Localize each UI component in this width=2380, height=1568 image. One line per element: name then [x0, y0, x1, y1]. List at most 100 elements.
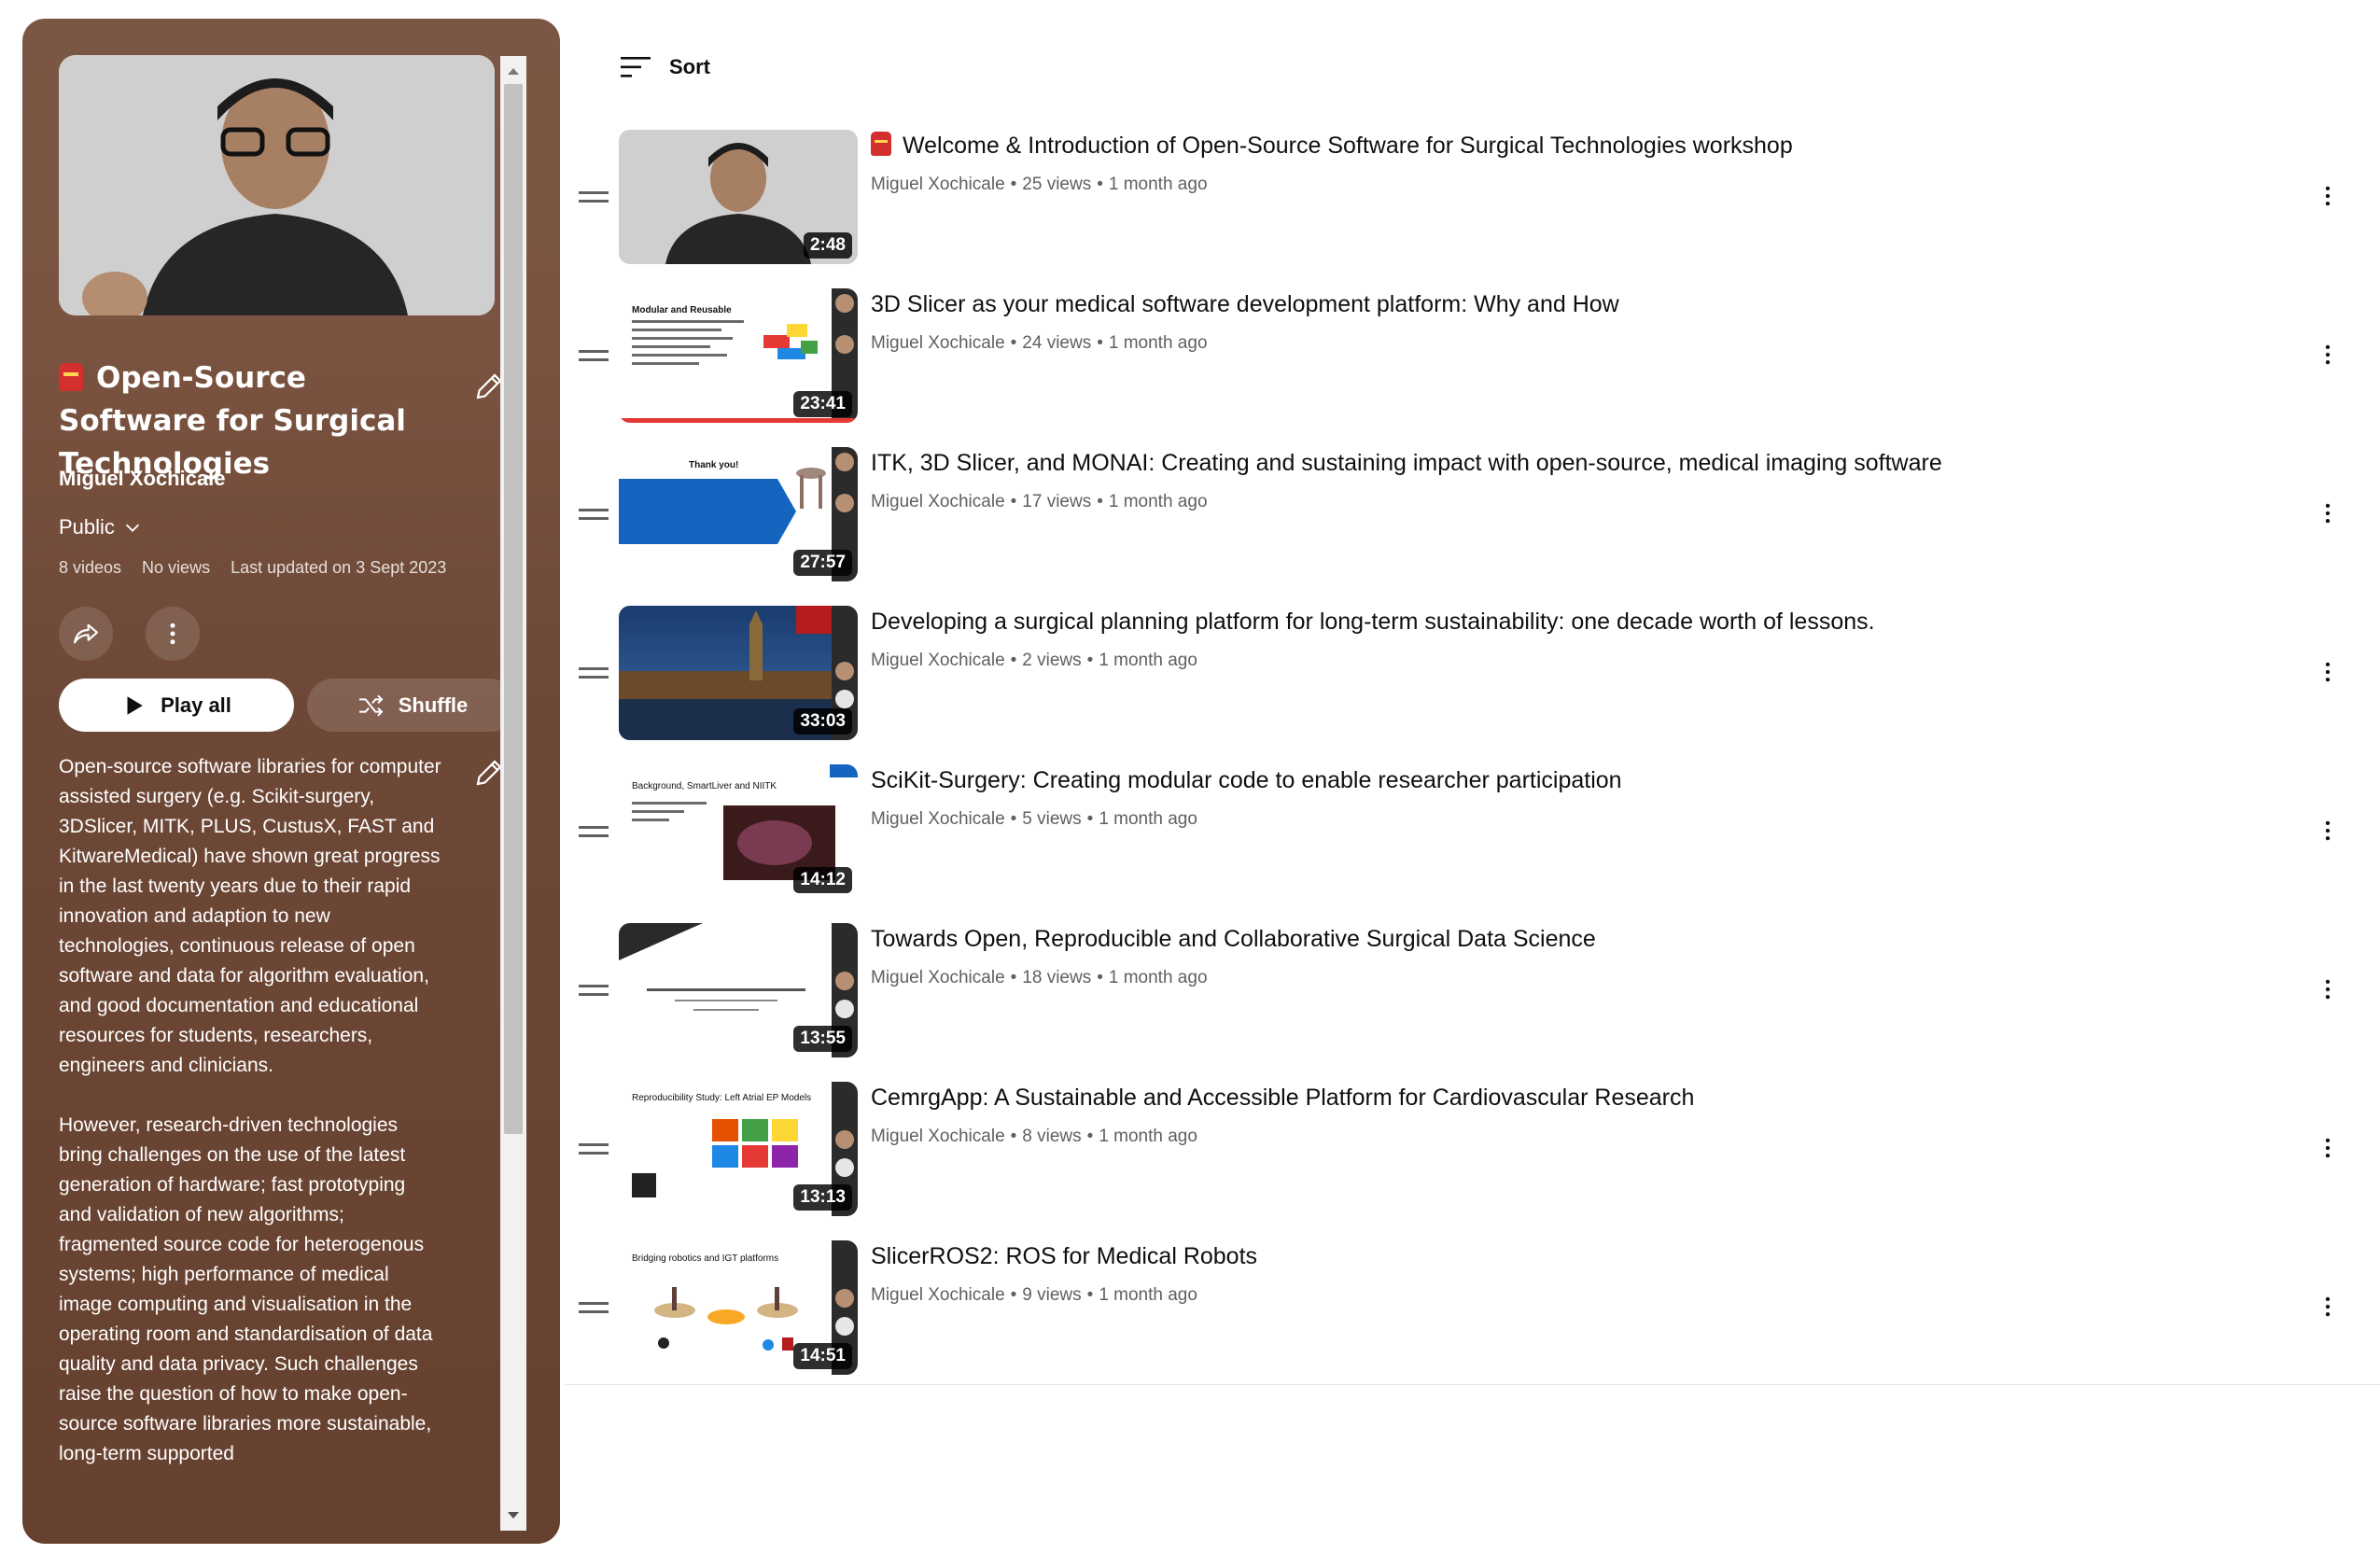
video-views: 2 views	[1022, 651, 1082, 670]
video-thumbnail[interactable]: Background, SmartLiver and NIITK 14:12	[619, 764, 858, 899]
lego-bricks-image	[763, 324, 818, 359]
slide-bullets	[632, 320, 744, 371]
shuffle-button[interactable]: Shuffle	[307, 679, 516, 732]
video-channel[interactable]: Miguel Xochicale	[871, 1127, 1005, 1146]
video-channel[interactable]: Miguel Xochicale	[871, 1285, 1005, 1305]
video-duration: 13:13	[793, 1184, 852, 1211]
video-thumbnail[interactable]: Reproducibility Study: Left Atrial EP Mo…	[619, 1082, 858, 1216]
list-end-divider	[566, 1384, 2380, 1385]
video-title[interactable]: SlicerROS2: ROS for Medical Robots	[871, 1240, 1257, 1272]
drag-handle-icon[interactable]	[579, 509, 609, 522]
scroll-down-arrow-icon[interactable]	[500, 1503, 526, 1529]
video-meta: Miguel Xochicale • 8 views • 1 month ago	[871, 1127, 1197, 1146]
sort-button[interactable]: Sort	[621, 54, 710, 80]
slide-title: Background, SmartLiver and NIITK	[632, 781, 777, 791]
more-vert-icon	[2325, 344, 2331, 365]
drag-handle-icon[interactable]	[579, 1143, 609, 1156]
video-thumbnail[interactable]: 13:55	[619, 923, 858, 1057]
playlist-header-content: Open-Source Software for Surgical Techno…	[22, 19, 526, 1544]
stool-image	[796, 468, 826, 509]
video-views: 5 views	[1022, 809, 1082, 829]
video-age: 1 month ago	[1108, 492, 1208, 511]
video-row[interactable]: Modular and Reusable 23:41 3D Slicer as …	[566, 285, 2380, 443]
video-more-button[interactable]	[2309, 1125, 2346, 1171]
video-meta: Miguel Xochicale • 18 views • 1 month ago	[871, 968, 1208, 987]
video-views: 9 views	[1022, 1285, 1082, 1305]
video-row[interactable]: Background, SmartLiver and NIITK 14:12 S…	[566, 761, 2380, 919]
video-channel[interactable]: Miguel Xochicale	[871, 809, 1005, 829]
play-icon	[127, 695, 143, 715]
video-age: 1 month ago	[1099, 651, 1197, 670]
playlist-hero-thumbnail[interactable]	[59, 55, 495, 315]
drag-handle-icon[interactable]	[579, 826, 609, 839]
video-thumbnail[interactable]: Bridging robotics and IGT platforms 14:5…	[619, 1240, 858, 1375]
participant-avatar	[835, 494, 854, 512]
video-age: 1 month ago	[1099, 809, 1197, 829]
video-title[interactable]: SciKit-Surgery: Creating modular code to…	[871, 764, 1622, 796]
video-title[interactable]: Towards Open, Reproducible and Collabora…	[871, 923, 1596, 955]
panel-scrollbar-thumb[interactable]	[504, 84, 523, 1134]
video-more-button[interactable]	[2309, 807, 2346, 854]
video-duration: 27:57	[793, 550, 852, 576]
chevron-down-icon	[125, 524, 139, 532]
backpack-icon	[59, 363, 83, 391]
video-views: 25 views	[1022, 175, 1092, 194]
more-vert-icon	[2325, 979, 2331, 1000]
video-duration: 14:12	[793, 867, 852, 893]
more-vert-icon	[2325, 662, 2331, 682]
more-vert-icon	[2325, 820, 2331, 841]
video-title[interactable]: Developing a surgical planning platform …	[871, 606, 1875, 637]
video-meta: Miguel Xochicale • 5 views • 1 month ago	[871, 809, 1197, 829]
share-button[interactable]	[59, 607, 113, 661]
video-channel[interactable]: Miguel Xochicale	[871, 651, 1005, 670]
video-more-button[interactable]	[2309, 966, 2346, 1013]
video-age: 1 month ago	[1108, 968, 1208, 987]
video-meta: Miguel Xochicale • 2 views • 1 month ago	[871, 651, 1197, 670]
shuffle-label: Shuffle	[398, 693, 469, 717]
participant-avatar	[835, 453, 854, 471]
drag-handle-icon[interactable]	[579, 667, 609, 680]
video-duration: 33:03	[793, 708, 852, 735]
play-all-button[interactable]: Play all	[59, 679, 294, 732]
video-meta: Miguel Xochicale • 17 views • 1 month ago	[871, 492, 1208, 511]
drag-handle-icon[interactable]	[579, 1302, 609, 1315]
drag-handle-icon[interactable]	[579, 191, 609, 204]
presenter-image	[59, 55, 495, 315]
drag-handle-icon[interactable]	[579, 350, 609, 363]
more-vert-icon	[170, 623, 175, 645]
video-row[interactable]: 2:48 Welcome & Introduction of Open-Sour…	[566, 126, 2380, 285]
playlist-owner[interactable]: Miguel Xochicale	[59, 467, 226, 491]
video-more-button[interactable]	[2309, 649, 2346, 695]
scroll-up-arrow-icon[interactable]	[500, 58, 526, 84]
drag-handle-icon[interactable]	[579, 985, 609, 998]
video-row[interactable]: Thank you! 27:57 ITK, 3D Slicer, and MON…	[566, 443, 2380, 602]
video-channel[interactable]: Miguel Xochicale	[871, 492, 1005, 511]
video-row[interactable]: 33:03 Developing a surgical planning pla…	[566, 602, 2380, 761]
video-row[interactable]: Bridging robotics and IGT platforms 14:5…	[566, 1237, 2380, 1395]
video-channel[interactable]: Miguel Xochicale	[871, 175, 1005, 194]
video-duration: 14:51	[793, 1343, 852, 1369]
video-title[interactable]: Welcome & Introduction of Open-Source So…	[871, 130, 1793, 161]
privacy-dropdown[interactable]: Public	[59, 515, 143, 539]
video-views: 17 views	[1022, 492, 1092, 511]
video-channel[interactable]: Miguel Xochicale	[871, 968, 1005, 987]
video-more-button[interactable]	[2309, 1283, 2346, 1330]
video-more-button[interactable]	[2309, 331, 2346, 378]
playlist-description: Open-source software libraries for compu…	[59, 756, 441, 1464]
video-more-button[interactable]	[2309, 490, 2346, 537]
video-thumbnail[interactable]: Modular and Reusable 23:41	[619, 288, 858, 423]
video-row[interactable]: 13:55 Towards Open, Reproducible and Col…	[566, 919, 2380, 1078]
backpack-icon	[871, 132, 891, 156]
video-row[interactable]: Reproducibility Study: Left Atrial EP Mo…	[566, 1078, 2380, 1237]
video-channel[interactable]: Miguel Xochicale	[871, 333, 1005, 353]
video-title[interactable]: CemrgApp: A Sustainable and Accessible P…	[871, 1082, 1694, 1113]
play-all-label: Play all	[161, 693, 231, 717]
video-thumbnail[interactable]: 2:48	[619, 130, 858, 264]
video-more-button[interactable]	[2309, 173, 2346, 219]
video-title[interactable]: ITK, 3D Slicer, and MONAI: Creating and …	[871, 447, 1942, 479]
video-meta: Miguel Xochicale • 9 views • 1 month ago	[871, 1285, 1197, 1305]
more-actions-button[interactable]	[146, 607, 200, 661]
video-title[interactable]: 3D Slicer as your medical software devel…	[871, 288, 1619, 320]
video-thumbnail[interactable]: Thank you! 27:57	[619, 447, 858, 581]
video-thumbnail[interactable]: 33:03	[619, 606, 858, 740]
